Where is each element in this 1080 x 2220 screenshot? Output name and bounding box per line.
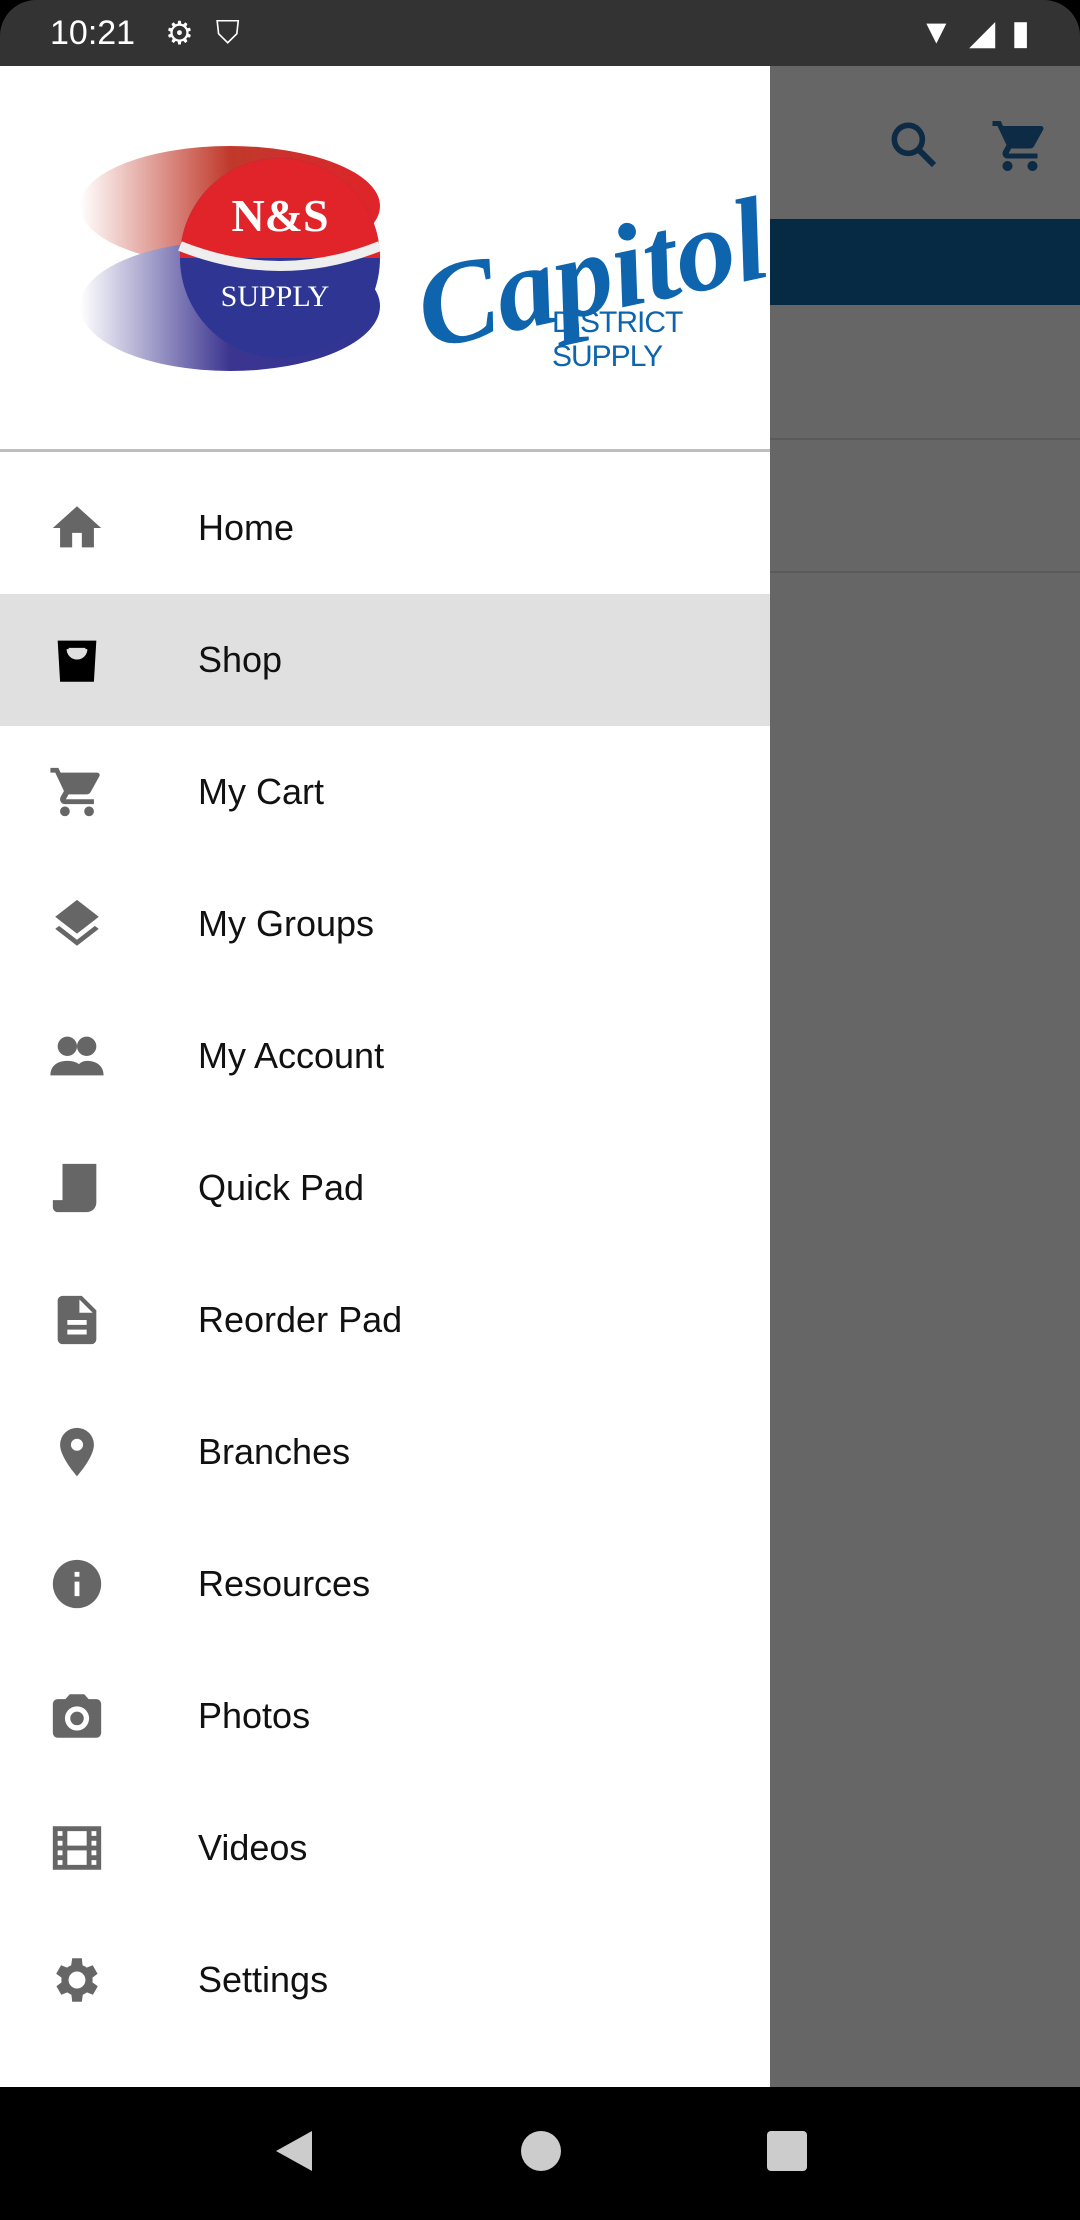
svg-text:SUPPLY: SUPPLY (221, 280, 330, 313)
drawer-header: N&S SUPPLY Capitol DISTRICT SUPPLY (0, 66, 779, 452)
layers-icon (48, 895, 106, 953)
ns-supply-logo: N&S SUPPLY (80, 146, 380, 371)
drawer-menu: Home Shop My Cart My Groups My Account Quick … (0, 452, 770, 2046)
menu-item-shop[interactable]: Shop (0, 594, 770, 726)
home-icon (48, 499, 106, 557)
menu-item-label: Reorder Pad (198, 1299, 403, 1340)
menu-item-label: My Groups (198, 903, 375, 944)
menu-item-reorder-pad[interactable]: Reorder Pad (0, 1254, 770, 1386)
capitol-logo-subtitle: DISTRICT SUPPLY (552, 306, 683, 373)
cart-icon (48, 763, 106, 821)
receipt-icon (48, 1159, 106, 1217)
signal-icon: ◢ (969, 14, 996, 52)
menu-item-label: Home (198, 507, 295, 548)
menu-item-settings[interactable]: Settings (0, 1914, 770, 2046)
wifi-icon: ▼ (919, 13, 954, 51)
menu-item-quick-pad[interactable]: Quick Pad (0, 1122, 770, 1254)
menu-item-my-cart[interactable]: My Cart (0, 726, 770, 858)
menu-item-home[interactable]: Home (0, 462, 770, 594)
menu-item-photos[interactable]: Photos (0, 1650, 770, 1782)
info-icon (48, 1555, 106, 1613)
menu-item-my-account[interactable]: My Account (0, 990, 770, 1122)
document-icon (48, 1291, 106, 1349)
menu-item-label: Photos (198, 1695, 311, 1736)
menu-item-label: My Account (198, 1035, 385, 1076)
menu-item-branches[interactable]: Branches (0, 1386, 770, 1518)
menu-item-resources[interactable]: Resources (0, 1518, 770, 1650)
menu-item-label: Quick Pad (198, 1167, 365, 1208)
battery-icon: ▮ (1011, 14, 1030, 52)
menu-item-label: Resources (198, 1563, 371, 1604)
menu-item-label: My Cart (198, 771, 324, 812)
menu-item-label: Videos (198, 1827, 308, 1868)
navigation-drawer: N&S SUPPLY Capitol DISTRICT SUPPLY Home S… (0, 66, 779, 2087)
shopping-bag-icon (48, 631, 106, 689)
system-nav-bar (0, 2087, 1080, 2220)
film-icon (48, 1819, 106, 1877)
menu-item-my-groups[interactable]: My Groups (0, 858, 770, 990)
home-button[interactable] (519, 2129, 563, 2178)
menu-item-label: Shop (198, 639, 283, 680)
location-pin-icon (48, 1423, 106, 1481)
camera-icon (48, 1687, 106, 1745)
clock: 10:21 (50, 13, 136, 52)
settings-icon: ⚙ (165, 15, 194, 51)
recents-button[interactable] (766, 2130, 808, 2177)
menu-item-label: Settings (198, 1959, 329, 2000)
menu-item-label: Branches (198, 1431, 351, 1472)
back-button[interactable] (272, 2127, 316, 2180)
search-icon[interactable] (885, 116, 941, 185)
svg-text:N&S: N&S (231, 190, 328, 241)
settings-icon (48, 1951, 106, 2009)
shield-play-icon: ⛉ (215, 14, 240, 50)
status-bar: 10:21 ⚙ ⛉ ▼ ◢ ▮ (0, 0, 1080, 66)
menu-item-videos[interactable]: Videos (0, 1782, 770, 1914)
cart-icon[interactable] (990, 116, 1050, 189)
people-icon (48, 1027, 106, 1085)
